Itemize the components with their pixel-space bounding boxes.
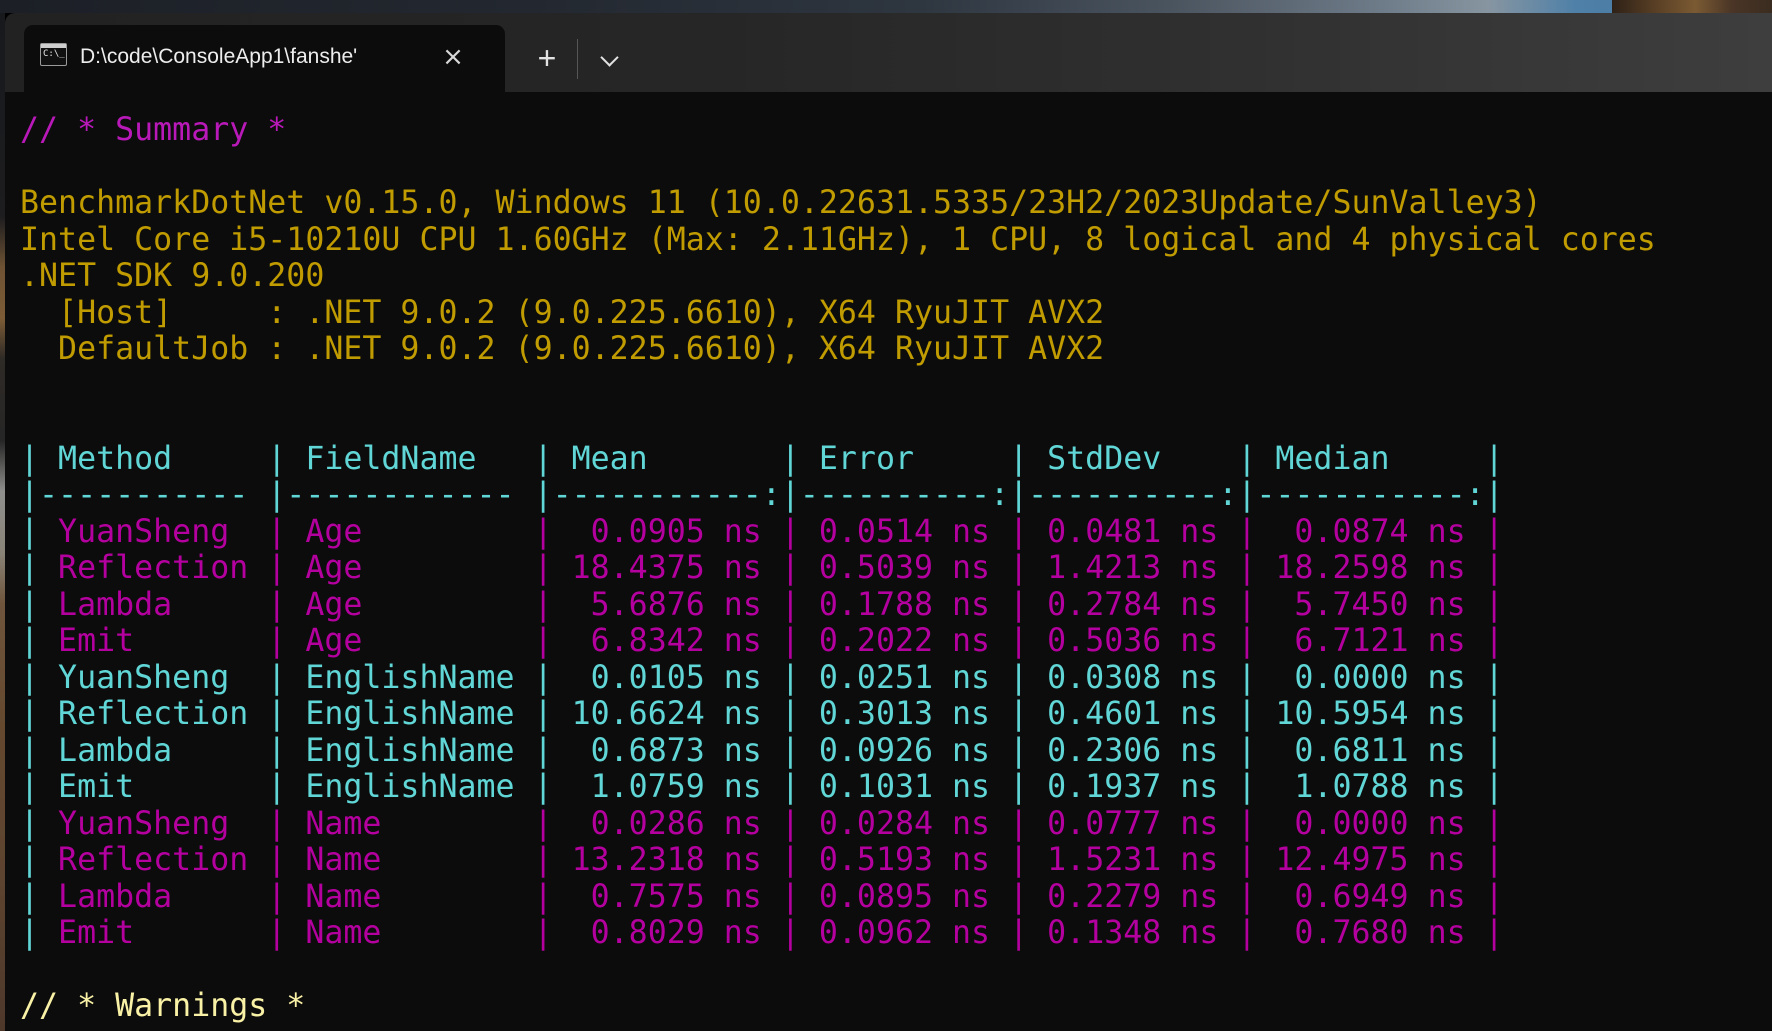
terminal-tab-bar: C:\_ D:\code\ConsoleApp1\fanshe' × +	[5, 13, 1772, 92]
terminal-window: C:\_ D:\code\ConsoleApp1\fanshe' × + // …	[5, 13, 1772, 1031]
terminal-line: | Lambda | Name | 0.7575 ns | 0.0895 ns …	[20, 879, 1656, 916]
terminal-line: | YuanSheng | Age | 0.0905 ns | 0.0514 n…	[20, 514, 1656, 551]
wallpaper-rock-formation	[1612, 0, 1772, 13]
terminal-line: | Emit | Name | 0.8029 ns | 0.0962 ns | …	[20, 915, 1656, 952]
command-prompt-icon: C:\_	[40, 43, 67, 66]
terminal-line: Intel Core i5-10210U CPU 1.60GHz (Max: 2…	[20, 222, 1656, 259]
desktop-wallpaper-top-strip	[0, 0, 1772, 13]
terminal-line	[20, 404, 1656, 441]
terminal-line: | Emit | Age | 6.8342 ns | 0.2022 ns | 0…	[20, 623, 1656, 660]
terminal-line: | Lambda | Age | 5.6876 ns | 0.1788 ns |…	[20, 587, 1656, 624]
terminal-line: // * Summary *	[20, 112, 1656, 149]
new-tab-button[interactable]: +	[525, 39, 569, 79]
terminal-line: | YuanSheng | Name | 0.0286 ns | 0.0284 …	[20, 806, 1656, 843]
terminal-line: | Reflection | Name | 13.2318 ns | 0.519…	[20, 842, 1656, 879]
terminal-line	[20, 149, 1656, 186]
terminal-line: | Lambda | EnglishName | 0.6873 ns | 0.0…	[20, 733, 1656, 770]
terminal-line: // * Warnings *	[20, 988, 1656, 1025]
terminal-line: [Host] : .NET 9.0.2 (9.0.225.6610), X64 …	[20, 295, 1656, 332]
chevron-down-icon	[600, 48, 618, 66]
terminal-line: .NET SDK 9.0.200	[20, 258, 1656, 295]
terminal-line: | Emit | EnglishName | 1.0759 ns | 0.103…	[20, 769, 1656, 806]
desktop-screen: C:\_ D:\code\ConsoleApp1\fanshe' × + // …	[0, 0, 1772, 1031]
terminal-line: DefaultJob : .NET 9.0.2 (9.0.225.6610), …	[20, 331, 1656, 368]
terminal-line	[20, 952, 1656, 989]
terminal-line: |----------- |------------ |-----------:…	[20, 477, 1656, 514]
tab-dropdown-button[interactable]	[587, 39, 631, 79]
tab-title: D:\code\ConsoleApp1\fanshe'	[80, 25, 430, 92]
terminal-output: // * Summary * BenchmarkDotNet v0.15.0, W…	[20, 112, 1656, 1025]
terminal-line	[20, 368, 1656, 405]
terminal-tab-active[interactable]: C:\_ D:\code\ConsoleApp1\fanshe' ×	[24, 25, 505, 92]
terminal-line: | Reflection | EnglishName | 10.6624 ns …	[20, 696, 1656, 733]
tab-bar-divider	[577, 39, 578, 79]
terminal-line: | YuanSheng | EnglishName | 0.0105 ns | …	[20, 660, 1656, 697]
terminal-line: | Method | FieldName | Mean | Error | St…	[20, 441, 1656, 478]
terminal-line: BenchmarkDotNet v0.15.0, Windows 11 (10.…	[20, 185, 1656, 222]
terminal-content-area: // * Summary * BenchmarkDotNet v0.15.0, W…	[5, 92, 1772, 1031]
close-tab-icon[interactable]: ×	[436, 41, 470, 75]
terminal-line: | Reflection | Age | 18.4375 ns | 0.5039…	[20, 550, 1656, 587]
